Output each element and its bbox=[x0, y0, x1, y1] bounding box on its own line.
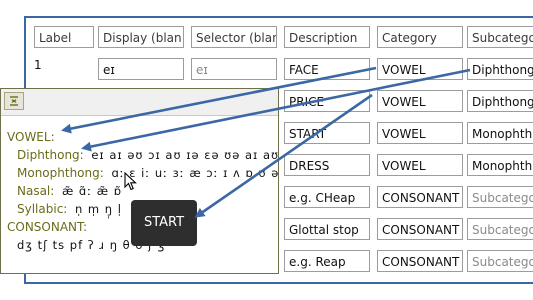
header-subcategory: Subcatego bbox=[467, 26, 533, 48]
tree-colon: : bbox=[50, 184, 55, 198]
description-input[interactable]: START bbox=[284, 122, 370, 144]
subcategory-input[interactable]: Monophth bbox=[467, 122, 533, 144]
category-input[interactable]: VOWEL bbox=[377, 154, 463, 176]
subcategory-input[interactable]: Diphthong bbox=[467, 90, 533, 112]
tree-colon: : bbox=[99, 166, 104, 180]
description-input[interactable]: e.g. CHeap bbox=[284, 186, 370, 208]
subcategory-input[interactable]: Subcatego bbox=[467, 250, 533, 272]
tree-label: Nasal bbox=[17, 184, 51, 198]
subcategory-input[interactable]: Monophth bbox=[467, 154, 533, 176]
popup-toolbar bbox=[1, 89, 278, 116]
description-input[interactable]: PRICE bbox=[284, 90, 370, 112]
header-selector: Selector (blan bbox=[191, 26, 277, 48]
description-input[interactable]: FACE bbox=[284, 58, 370, 80]
tooltip: START bbox=[131, 200, 197, 246]
subcategory-input[interactable]: Subcatego bbox=[467, 186, 533, 208]
mouse-pointer-icon bbox=[124, 172, 137, 191]
tree-symbols[interactable]: eɪ aɪ əʊ ɔɪ aʊ ɪə ɛə ʊə aɪ aʊ bbox=[91, 148, 278, 162]
header-description: Description bbox=[284, 26, 370, 48]
category-input[interactable]: CONSONANT bbox=[377, 250, 463, 272]
description-input[interactable]: e.g. Reap bbox=[284, 250, 370, 272]
description-input[interactable]: Glottal stop bbox=[284, 218, 370, 240]
tree-symbols[interactable]: æ̃ ɑ̃ː æ̃ ɒ̃ bbox=[62, 184, 122, 198]
tree-category-vowel[interactable]: VOWEL: bbox=[7, 129, 55, 145]
tree-colon: : bbox=[50, 130, 55, 144]
selector-input[interactable]: eɪ bbox=[191, 58, 277, 80]
category-input[interactable]: VOWEL bbox=[377, 122, 463, 144]
category-tree-popup: VOWEL: Diphthong: eɪ aɪ əʊ ɔɪ aʊ ɪə ɛə ʊ… bbox=[0, 88, 279, 274]
category-input[interactable]: VOWEL bbox=[377, 58, 463, 80]
header-category: Category bbox=[377, 26, 463, 48]
header-label: Label bbox=[34, 26, 94, 48]
row-number: 1 bbox=[34, 58, 42, 72]
subcategory-input[interactable]: Diphthong bbox=[467, 58, 533, 80]
collapse-button[interactable] bbox=[4, 92, 24, 110]
tree-colon: : bbox=[63, 202, 68, 216]
tree-label: CONSONANT bbox=[7, 220, 84, 234]
header-display: Display (blan bbox=[98, 26, 184, 48]
tree-subcategory-diphthong[interactable]: Diphthong: eɪ aɪ əʊ ɔɪ aʊ ɪə ɛə ʊə aɪ aʊ bbox=[17, 147, 278, 163]
tree-label: Syllabic bbox=[17, 202, 64, 216]
tree-label: Diphthong bbox=[17, 148, 80, 162]
category-input[interactable]: CONSONANT bbox=[377, 186, 463, 208]
collapse-icon bbox=[10, 96, 18, 106]
category-input[interactable]: CONSONANT bbox=[377, 218, 463, 240]
tree-subcategory-monophthong[interactable]: Monophthong: ɑː ɛ iː uː ɜː æ ɔː ɪ ʌ ɒ ʊ … bbox=[17, 165, 278, 181]
tree-label: VOWEL bbox=[7, 130, 51, 144]
subcategory-input[interactable]: Subcatego bbox=[467, 218, 533, 240]
tree-subcategory-nasal[interactable]: Nasal: æ̃ ɑ̃ː æ̃ ɒ̃ bbox=[17, 183, 122, 199]
tree-symbols[interactable]: n̩ m̩ ŋ̩ l̩ bbox=[75, 202, 122, 216]
tree-subcategory-syllabic[interactable]: Syllabic: n̩ m̩ ŋ̩ l̩ bbox=[17, 201, 122, 217]
tree-category-consonant[interactable]: CONSONANT: bbox=[7, 219, 87, 235]
description-input[interactable]: DRESS bbox=[284, 154, 370, 176]
category-input[interactable]: VOWEL bbox=[377, 90, 463, 112]
tree-colon: : bbox=[83, 220, 88, 234]
tree-colon: : bbox=[79, 148, 84, 162]
display-input[interactable]: eɪ bbox=[98, 58, 184, 80]
tree-label: Monophthong bbox=[17, 166, 100, 180]
